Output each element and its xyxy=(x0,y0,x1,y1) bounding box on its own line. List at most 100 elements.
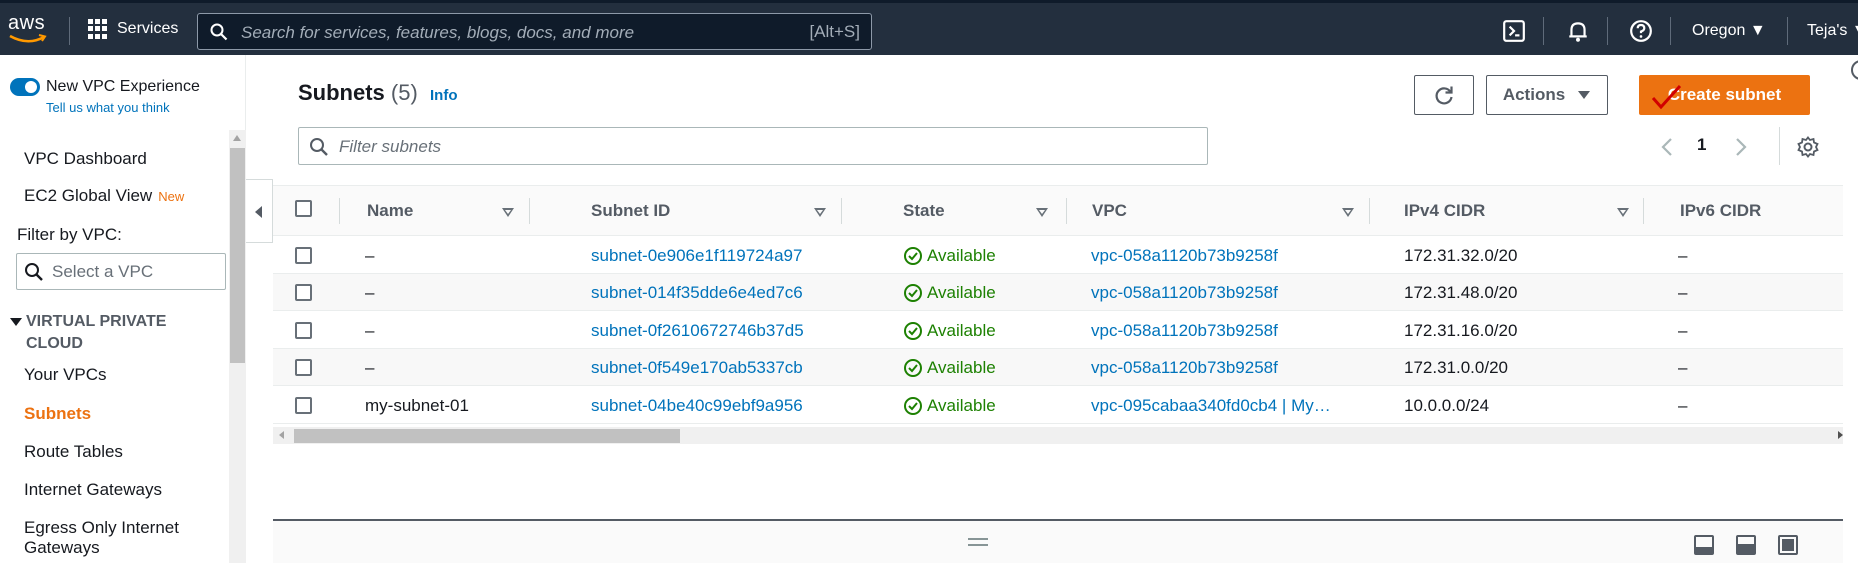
scrollbar-thumb[interactable] xyxy=(230,148,245,363)
filter-subnets-input[interactable]: Filter subnets xyxy=(298,127,1208,165)
sort-icon[interactable] xyxy=(1617,208,1629,217)
cell-ipv6-cidr: – xyxy=(1678,358,1688,377)
split-full-icon[interactable] xyxy=(1778,535,1798,555)
cloudshell-icon[interactable] xyxy=(1502,19,1526,43)
cell-vpc-link[interactable]: vpc-095cabaa340fd0cb4 | My… xyxy=(1091,396,1331,416)
account-menu[interactable]: Teja's ▼ xyxy=(1807,22,1858,40)
scroll-up-arrow[interactable] xyxy=(233,135,241,141)
cell-vpc-link[interactable]: vpc-058a1120b73b9258f xyxy=(1091,321,1278,341)
sidebar-item-internet-gateways[interactable]: Internet Gateways xyxy=(24,480,162,500)
refresh-button[interactable] xyxy=(1414,75,1474,115)
sidebar-item-subnets[interactable]: Subnets xyxy=(24,404,91,424)
sort-icon[interactable] xyxy=(502,208,514,217)
search-icon xyxy=(210,23,228,41)
region-selector[interactable]: Oregon ▼ xyxy=(1692,22,1766,40)
column-header-subnet-id[interactable]: Subnet ID xyxy=(591,201,670,221)
column-divider[interactable] xyxy=(1066,198,1067,224)
cell-subnet-id-link[interactable]: subnet-0f2610672746b37d5 xyxy=(591,321,804,341)
pager-divider xyxy=(1779,127,1780,165)
sort-icon[interactable] xyxy=(814,208,826,217)
column-divider[interactable] xyxy=(1369,198,1370,224)
cell-subnet-id-link[interactable]: subnet-0f549e170ab5337cb xyxy=(591,358,803,378)
search-icon xyxy=(25,263,43,281)
actions-dropdown-button[interactable]: Actions xyxy=(1486,75,1608,115)
caret-down-icon xyxy=(10,317,22,326)
chevron-left-icon[interactable] xyxy=(1660,137,1674,157)
cell-vpc-link[interactable]: vpc-058a1120b73b9258f xyxy=(1091,246,1278,266)
section-virtual-private-cloud[interactable]: VIRTUAL PRIVATE CLOUD xyxy=(10,311,166,355)
cell-ipv4-cidr: 172.31.48.0/20 xyxy=(1404,283,1518,302)
table-row[interactable]: – subnet-0f2610672746b37d5 Available vpc… xyxy=(273,312,1843,349)
services-label: Services xyxy=(117,20,179,37)
cell-subnet-id-link[interactable]: subnet-04be40c99ebf9a956 xyxy=(591,396,803,416)
cell-vpc-link[interactable]: vpc-058a1120b73b9258f xyxy=(1091,358,1278,378)
cell-ipv6-cidr: – xyxy=(1678,321,1688,340)
split-panel-bar xyxy=(273,519,1843,563)
split-bottom-icon[interactable] xyxy=(1694,535,1714,555)
chevron-right-icon[interactable] xyxy=(1734,137,1748,157)
info-panel-icon[interactable] xyxy=(1849,59,1858,81)
help-icon[interactable] xyxy=(1629,19,1653,43)
cell-subnet-id-link[interactable]: subnet-0e906e1f119724a97 xyxy=(591,246,802,266)
row-checkbox[interactable] xyxy=(295,322,312,339)
page-number[interactable]: 1 xyxy=(1697,135,1706,155)
new-vpc-experience-label: New VPC Experience xyxy=(46,78,200,95)
column-header-ipv6-cidr[interactable]: IPv6 CIDR xyxy=(1680,201,1761,221)
cell-state: Available xyxy=(927,358,996,377)
column-header-ipv4-cidr[interactable]: IPv4 CIDR xyxy=(1404,201,1485,221)
sidebar-item-ec2-global-view[interactable]: EC2 Global View New xyxy=(24,186,184,206)
table-row[interactable]: my-subnet-01 subnet-04be40c99ebf9a956 Av… xyxy=(273,387,1843,424)
drag-handle-icon[interactable] xyxy=(968,538,988,546)
sidebar-item-vpc-dashboard[interactable]: VPC Dashboard xyxy=(24,149,147,169)
services-menu-button[interactable]: Services xyxy=(88,19,178,39)
new-badge: New xyxy=(158,189,185,204)
nav-divider xyxy=(1787,17,1788,45)
sidebar-item-egress-only-internet-gateways[interactable]: Egress Only Internet Gateways xyxy=(24,518,179,558)
notifications-bell-icon[interactable] xyxy=(1566,19,1590,43)
nav-divider xyxy=(69,17,70,45)
sort-icon[interactable] xyxy=(1342,208,1354,217)
column-divider[interactable] xyxy=(529,198,530,224)
sidebar-item-route-tables[interactable]: Route Tables xyxy=(24,442,123,462)
row-checkbox[interactable] xyxy=(295,359,312,376)
sort-icon[interactable] xyxy=(1036,208,1048,217)
column-header-name[interactable]: Name xyxy=(367,201,413,221)
row-checkbox[interactable] xyxy=(295,284,312,301)
table-row[interactable]: – subnet-0e906e1f119724a97 Available vpc… xyxy=(273,237,1843,274)
cell-subnet-id-link[interactable]: subnet-014f35dde6e4ed7c6 xyxy=(591,283,803,303)
column-header-vpc[interactable]: VPC xyxy=(1092,201,1127,221)
info-link[interactable]: Info xyxy=(430,87,458,104)
split-side-icon[interactable] xyxy=(1736,535,1756,555)
vpc-filter-select[interactable]: Select a VPC xyxy=(16,253,226,290)
collapse-sidebar-button[interactable] xyxy=(246,179,273,243)
scrollbar-thumb[interactable] xyxy=(294,429,680,443)
cell-vpc-link[interactable]: vpc-058a1120b73b9258f xyxy=(1091,283,1278,303)
sidebar-scrollbar[interactable] xyxy=(229,130,246,563)
column-divider xyxy=(339,198,340,224)
column-header-state[interactable]: State xyxy=(903,201,945,221)
cell-state: Available xyxy=(927,396,996,415)
success-check-icon xyxy=(904,359,922,377)
new-vpc-experience-toggle[interactable] xyxy=(10,78,40,96)
column-divider[interactable] xyxy=(841,198,842,224)
table-horizontal-scrollbar[interactable] xyxy=(273,427,1843,444)
table-row[interactable]: – subnet-014f35dde6e4ed7c6 Available vpc… xyxy=(273,274,1843,311)
scroll-left-arrow[interactable] xyxy=(279,431,284,439)
select-all-checkbox[interactable] xyxy=(295,200,312,217)
success-check-icon xyxy=(904,322,922,340)
page-title: Subnets (5) xyxy=(298,80,418,105)
sidebar-item-your-vpcs[interactable]: Your VPCs xyxy=(24,365,107,385)
cell-ipv6-cidr: – xyxy=(1678,283,1688,302)
success-check-icon xyxy=(904,397,922,415)
filter-by-vpc-label: Filter by VPC: xyxy=(17,225,122,244)
feedback-link[interactable]: Tell us what you think xyxy=(46,100,170,115)
global-search-input[interactable]: Search for services, features, blogs, do… xyxy=(197,13,872,50)
row-checkbox[interactable] xyxy=(295,247,312,264)
aws-logo[interactable]: aws xyxy=(8,13,52,47)
settings-gear-icon[interactable] xyxy=(1797,136,1819,158)
table-row[interactable]: – subnet-0f549e170ab5337cb Available vpc… xyxy=(273,349,1843,386)
row-checkbox[interactable] xyxy=(295,397,312,414)
cell-ipv4-cidr: 172.31.32.0/20 xyxy=(1404,246,1518,265)
column-divider[interactable] xyxy=(1643,198,1644,224)
main-content: Subnets (5) Info Actions Create subnet F… xyxy=(273,55,1843,563)
